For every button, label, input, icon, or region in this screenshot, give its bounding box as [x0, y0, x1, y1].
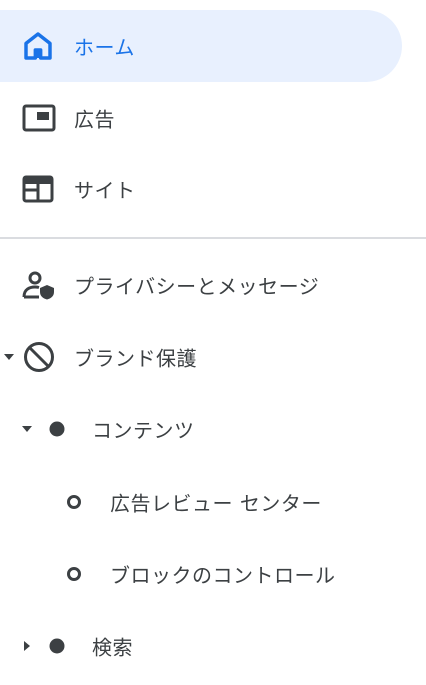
caret-down-icon[interactable]	[4, 353, 14, 361]
home-icon	[24, 32, 52, 60]
caret-right-icon[interactable]	[23, 641, 31, 651]
sidebar-item-brand-safety[interactable]: ブランド保護	[0, 321, 426, 393]
sidebar-item-home[interactable]: ホーム	[0, 10, 402, 82]
sidebar-item-label: 広告	[74, 107, 115, 132]
sidebar-item-blocking-controls[interactable]: ブロックのコントロール	[0, 538, 426, 610]
caret-down-icon[interactable]	[22, 425, 32, 433]
sidebar-item-label: ブランド保護	[74, 346, 197, 371]
ad-unit-icon	[22, 104, 56, 132]
sidebar-item-label: ブロックのコントロール	[110, 563, 336, 588]
sidebar-item-label: コンテンツ	[92, 418, 195, 443]
person-shield-icon	[22, 271, 54, 300]
filled-dot-icon	[49, 638, 65, 654]
filled-dot-icon	[49, 421, 65, 437]
block-icon	[24, 342, 54, 372]
sidebar-nav: ホーム 広告 サイト プライバシーとメッセージ ブランド保護 コンテンツ 広告レ…	[0, 0, 426, 685]
sidebar-item-label: プライバシーとメッセージ	[74, 274, 320, 299]
hollow-dot-icon	[67, 567, 81, 581]
sidebar-item-search[interactable]: 検索	[0, 610, 426, 682]
web-layout-icon	[22, 175, 54, 203]
sidebar-item-content[interactable]: コンテンツ	[0, 393, 426, 465]
sidebar-item-ad-review-center[interactable]: 広告レビュー センター	[0, 466, 426, 538]
sidebar-item-label: 広告レビュー センター	[110, 491, 322, 516]
sidebar-item-label: サイト	[74, 178, 136, 203]
sidebar-item-label: 検索	[92, 635, 133, 660]
sidebar-item-sites[interactable]: サイト	[0, 153, 402, 225]
sidebar-item-privacy-messaging[interactable]: プライバシーとメッセージ	[0, 249, 426, 321]
hollow-dot-icon	[67, 495, 81, 509]
sidebar-item-ads[interactable]: 広告	[0, 82, 402, 154]
sidebar-item-label: ホーム	[74, 35, 135, 60]
nav-divider	[0, 237, 426, 239]
